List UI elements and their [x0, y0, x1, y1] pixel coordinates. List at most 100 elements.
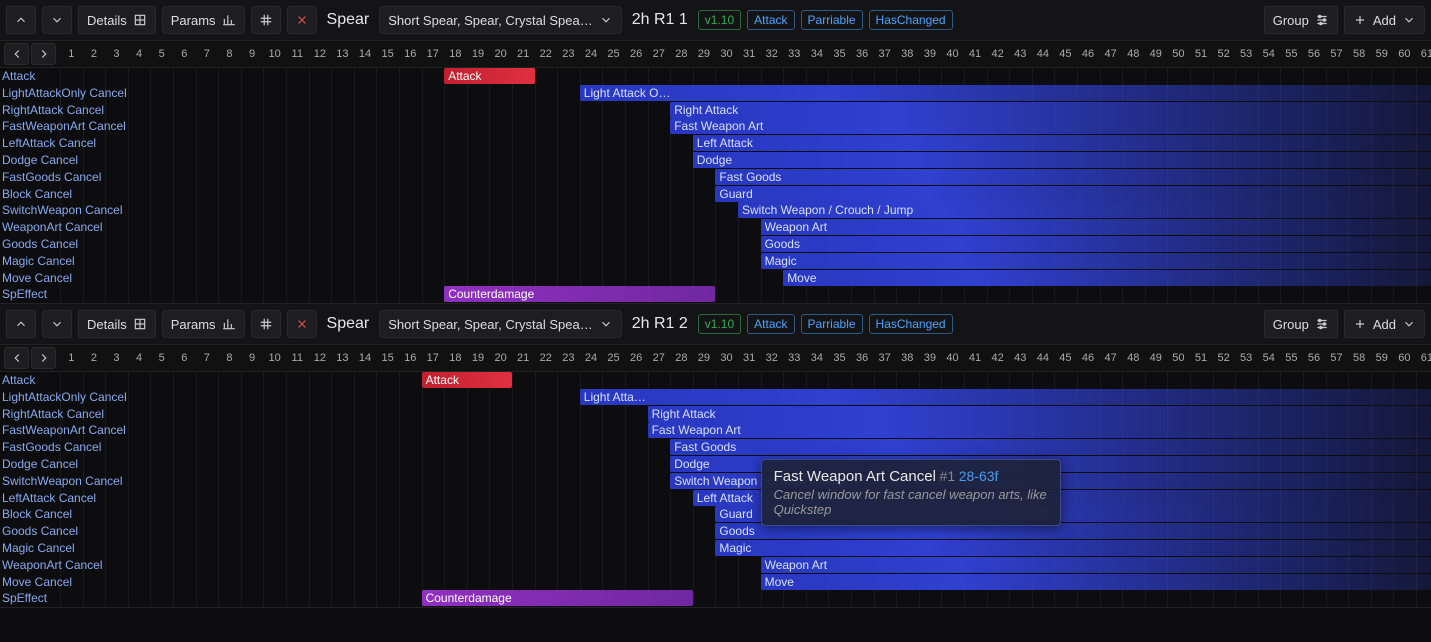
ruler-tick: 61	[1416, 48, 1431, 60]
timeline-bar[interactable]: Switch Weapon / Crouch / Jump	[738, 202, 1431, 218]
timeline-bar[interactable]: Counterdamage	[444, 286, 715, 302]
ruler-tick: 54	[1257, 48, 1280, 60]
row-label: Goods Cancel	[0, 523, 160, 540]
timeline-bar[interactable]: Fast Weapon Art	[670, 118, 1431, 134]
timeline-panel: Details Params Spear Short Spear, Spear,…	[0, 0, 1431, 304]
close-button[interactable]	[287, 310, 317, 338]
row-label: FastGoods Cancel	[0, 169, 160, 186]
scroll-left-button[interactable]	[4, 347, 29, 369]
ruler-tick: 10	[263, 352, 286, 364]
tooltip: Fast Weapon Art Cancel #1 28-63f Cancel …	[761, 459, 1061, 526]
ruler-tick: 52	[1212, 352, 1235, 364]
ruler-tick: 30	[715, 48, 738, 60]
ruler-tick: 13	[331, 352, 354, 364]
params-button[interactable]: Params	[162, 6, 245, 34]
add-button[interactable]: Add	[1344, 310, 1425, 338]
params-button[interactable]: Params	[162, 310, 245, 338]
ruler-tick: 46	[1077, 352, 1100, 364]
move-down-button[interactable]	[42, 310, 72, 338]
row-label: Magic Cancel	[0, 540, 160, 557]
scroll-left-button[interactable]	[4, 43, 29, 65]
version-badge: v1.10	[698, 10, 741, 30]
timeline-bar[interactable]: Magic	[715, 540, 1431, 556]
ruler-tick: 38	[896, 48, 919, 60]
timeline-bar[interactable]: Fast Weapon Art	[648, 422, 1431, 438]
row-label: LeftAttack Cancel	[0, 135, 160, 152]
details-button[interactable]: Details	[78, 6, 156, 34]
timeline-bar[interactable]: Right Attack	[648, 406, 1431, 422]
timeline-bar[interactable]: Dodge	[693, 152, 1431, 168]
ruler-tick: 49	[1145, 48, 1168, 60]
row-label: Dodge Cancel	[0, 456, 160, 473]
timeline-bar[interactable]: Weapon Art	[761, 219, 1431, 235]
ruler-tick: 6	[173, 48, 196, 60]
ruler-tick: 17	[422, 352, 445, 364]
ruler-tick: 34	[806, 352, 829, 364]
details-button[interactable]: Details	[78, 310, 156, 338]
ruler-tick: 21	[512, 48, 535, 60]
ruler-tick: 41	[964, 352, 987, 364]
timeline-bar[interactable]: Fast Goods	[670, 439, 1431, 455]
ruler-tick: 44	[1032, 48, 1055, 60]
ruler-tick: 6	[173, 352, 196, 364]
timeline-bar[interactable]: Light Atta…	[580, 389, 1431, 405]
timeline-bar[interactable]: Fast Goods	[715, 169, 1431, 185]
move-name-label: 2h R1 1	[628, 11, 692, 29]
weapon-select[interactable]: Short Spear, Spear, Crystal Spea…	[379, 310, 622, 338]
ruler-tick: 20	[489, 48, 512, 60]
ruler-tick: 25	[602, 352, 625, 364]
weapon-select[interactable]: Short Spear, Spear, Crystal Spea…	[379, 6, 622, 34]
timeline-bar[interactable]: Right Attack	[670, 102, 1431, 118]
timeline-bar[interactable]: Attack	[422, 372, 512, 388]
ruler-tick: 13	[331, 48, 354, 60]
ruler-tick: 4	[128, 48, 151, 60]
ruler-tick: 2	[83, 48, 106, 60]
ruler-tick: 60	[1393, 352, 1416, 364]
close-button[interactable]	[287, 6, 317, 34]
group-button[interactable]: Group	[1264, 6, 1338, 34]
ruler-tick: 56	[1303, 48, 1326, 60]
row-label: Block Cancel	[0, 506, 160, 523]
weapon-class-label: Spear	[323, 315, 374, 333]
ruler-tick: 36	[851, 48, 874, 60]
ruler-tick: 47	[1099, 48, 1122, 60]
move-up-button[interactable]	[6, 6, 36, 34]
ruler-tick: 50	[1167, 352, 1190, 364]
ruler-tick: 42	[986, 48, 1009, 60]
timeline-bar[interactable]: Light Attack O…	[580, 85, 1431, 101]
timeline-bar[interactable]: Magic	[761, 253, 1431, 269]
move-down-button[interactable]	[42, 6, 72, 34]
add-button[interactable]: Add	[1344, 6, 1425, 34]
row-label: SwitchWeapon Cancel	[0, 202, 160, 219]
timeline[interactable]: AttackLight Atta…Right AttackFast Weapon…	[0, 372, 1431, 607]
ruler-tick: 20	[489, 352, 512, 364]
ruler-tick: 37	[873, 352, 896, 364]
ruler-tick: 58	[1348, 48, 1371, 60]
ruler-tick: 1	[60, 48, 83, 60]
timeline-panel: Details Params Spear Short Spear, Spear,…	[0, 304, 1431, 608]
timeline-bar[interactable]: Guard	[715, 186, 1431, 202]
timeline-bar[interactable]: Weapon Art	[761, 557, 1431, 573]
timeline-bar[interactable]: Move	[761, 574, 1431, 590]
collapse-button[interactable]	[251, 310, 281, 338]
timeline-bar[interactable]: Move	[783, 270, 1431, 286]
timeline-bar[interactable]: Counterdamage	[422, 590, 693, 606]
move-up-button[interactable]	[6, 310, 36, 338]
ruler-tick: 53	[1235, 352, 1258, 364]
ruler-tick: 57	[1325, 352, 1348, 364]
ruler-tick: 26	[625, 48, 648, 60]
timeline-bar[interactable]: Left Attack	[693, 135, 1431, 151]
ruler-tick: 10	[263, 48, 286, 60]
ruler-tick: 38	[896, 352, 919, 364]
tag-badge: HasChanged	[869, 314, 953, 334]
scroll-right-button[interactable]	[31, 347, 56, 369]
collapse-button[interactable]	[251, 6, 281, 34]
scroll-right-button[interactable]	[31, 43, 56, 65]
timeline-bar[interactable]: Attack	[444, 68, 534, 84]
ruler-tick: 36	[851, 352, 874, 364]
timeline[interactable]: Attack Light Attack O…Right AttackFast We…	[0, 68, 1431, 303]
group-button[interactable]: Group	[1264, 310, 1338, 338]
timeline-bar[interactable]: Goods	[761, 236, 1431, 252]
ruler-tick: 28	[670, 48, 693, 60]
ruler-tick: 22	[534, 48, 557, 60]
